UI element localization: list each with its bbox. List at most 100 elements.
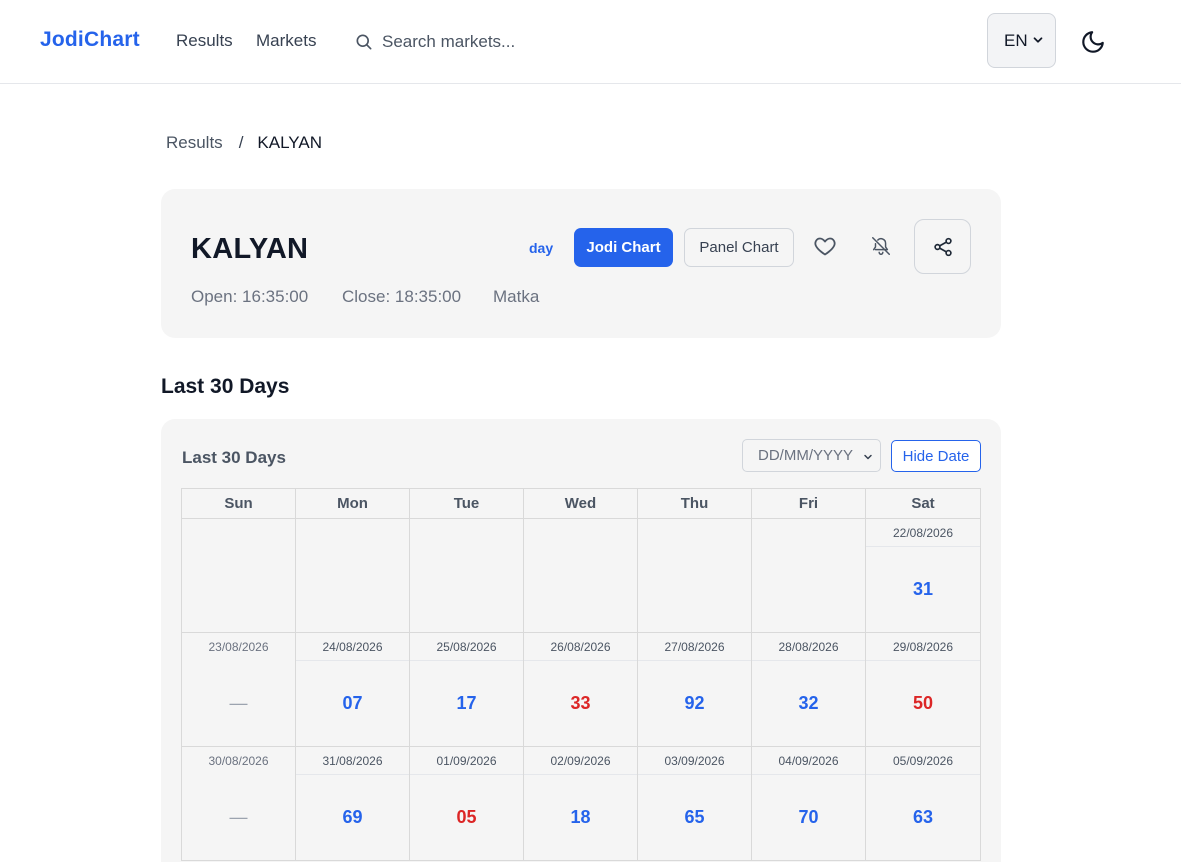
calendar-empty-cell xyxy=(410,519,524,632)
breadcrumb-current: KALYAN xyxy=(257,133,322,152)
day-result-value: 32 xyxy=(798,693,819,713)
chevron-down-icon xyxy=(1033,37,1043,43)
day-result-value: — xyxy=(229,807,248,827)
chevron-down-icon xyxy=(864,454,872,460)
calendar-day-cell[interactable]: 04/09/2026 70 xyxy=(752,747,866,860)
calendar-empty-cell xyxy=(296,519,410,632)
market-day-tag: day xyxy=(529,240,554,256)
calendar-day-cell[interactable]: 30/08/2026 — xyxy=(182,747,296,860)
calendar-day-cell[interactable]: 29/08/2026 50 xyxy=(866,633,980,746)
day-result-value: 70 xyxy=(798,807,819,827)
top-navbar: JodiChart Results Markets EN xyxy=(0,0,1181,84)
calendar-day-cell[interactable]: 26/08/2026 33 xyxy=(524,633,638,746)
day-date: 25/08/2026 xyxy=(410,633,523,661)
day-result-value: 07 xyxy=(342,693,363,713)
search-input[interactable] xyxy=(382,32,602,52)
calendar-day-cell[interactable]: 25/08/2026 17 xyxy=(410,633,524,746)
hide-date-button[interactable]: Hide Date xyxy=(891,440,981,472)
weekday-mon: Mon xyxy=(296,489,410,518)
language-select[interactable]: EN xyxy=(987,13,1056,68)
date-picker-placeholder: DD/MM/YYYY xyxy=(758,447,854,464)
calendar-empty-cell xyxy=(638,519,752,632)
bell-off-icon xyxy=(872,237,890,255)
weekday-fri: Fri xyxy=(752,489,866,518)
weekday-thu: Thu xyxy=(638,489,752,518)
share-button[interactable] xyxy=(914,219,971,274)
market-title: KALYAN xyxy=(191,233,309,265)
breadcrumb-results-link[interactable]: Results xyxy=(166,133,223,153)
calendar-title: Last 30 Days xyxy=(182,448,286,467)
share-icon xyxy=(933,237,952,256)
weekday-tue: Tue xyxy=(410,489,524,518)
calendar-day-cell[interactable]: 31/08/2026 69 xyxy=(296,747,410,860)
weekday-sat: Sat xyxy=(911,495,935,512)
day-result-value: 65 xyxy=(684,807,705,827)
search-box xyxy=(354,27,614,57)
language-value: EN xyxy=(1004,30,1028,50)
calendar-day-cell[interactable]: 28/08/2026 32 xyxy=(752,633,866,746)
open-time: Open: 16:35:00 xyxy=(191,287,309,306)
moon-icon[interactable] xyxy=(1080,29,1106,55)
jodi-chart-button[interactable]: Jodi Chart xyxy=(574,228,673,267)
nav-results-link[interactable]: Results xyxy=(176,31,233,51)
day-result-value: 18 xyxy=(570,807,591,827)
favorite-button[interactable] xyxy=(813,234,837,258)
day-date: 01/09/2026 xyxy=(410,747,523,775)
breadcrumb: Results / KALYAN xyxy=(166,133,322,153)
weekday-wed: Wed xyxy=(524,489,638,518)
calendar-day-cell[interactable]: 23/08/2026 — xyxy=(182,633,296,746)
day-date: 03/09/2026 xyxy=(638,747,751,775)
breadcrumb-separator: / xyxy=(238,133,244,152)
weekday-header: Sun Mon Tue Wed Thu Fri Sat xyxy=(181,488,981,519)
results-calendar-card: Last 30 Days DD/MM/YYYY Hide Date Sun Mo… xyxy=(161,419,1001,862)
day-result-value: 05 xyxy=(456,807,477,827)
calendar-week-row: 23/08/2026 — 24/08/2026 07 25/08/2026 17 26/08… xyxy=(181,633,981,747)
calendar-empty-cell xyxy=(182,519,296,632)
calendar-day-cell[interactable]: 02/09/2026 18 xyxy=(524,747,638,860)
day-result-value: 69 xyxy=(342,807,363,827)
day-result-value: 33 xyxy=(570,693,591,713)
brand-logo[interactable]: JodiChart xyxy=(40,28,140,52)
day-date: 28/08/2026 xyxy=(752,633,865,661)
day-date: 24/08/2026 xyxy=(296,633,409,661)
market-header-card: KALYAN day Jodi Chart Panel Chart Open: … xyxy=(161,189,1001,338)
calendar-day-cell[interactable]: 03/09/2026 65 xyxy=(638,747,752,860)
day-date: 27/08/2026 xyxy=(638,633,751,661)
notify-button[interactable] xyxy=(869,234,893,258)
calendar-day-cell[interactable]: 22/08/2026 31 xyxy=(866,519,980,632)
day-date: 29/08/2026 xyxy=(866,633,980,661)
day-result-value: 50 xyxy=(912,693,934,713)
day-result-value: 63 xyxy=(912,807,934,827)
calendar-empty-cell xyxy=(752,519,866,632)
date-picker-select[interactable]: DD/MM/YYYY xyxy=(742,439,881,472)
day-date: 26/08/2026 xyxy=(524,633,637,661)
calendar-weeks: 22/08/2026 31 23/08/2026 — 24/08/2026 07 25/08… xyxy=(181,519,981,861)
calendar-grid: Sun Mon Tue Wed Thu Fri Sat 22/08/2026 31… xyxy=(181,488,981,861)
weekday-sun: Sun xyxy=(182,489,296,518)
calendar-day-cell[interactable]: 05/09/2026 63 xyxy=(866,747,980,860)
calendar-day-cell[interactable]: 01/09/2026 05 xyxy=(410,747,524,860)
search-icon xyxy=(356,34,372,50)
calendar-day-cell[interactable]: 24/08/2026 07 xyxy=(296,633,410,746)
calendar-empty-cell xyxy=(524,519,638,632)
day-date: 31/08/2026 xyxy=(296,747,409,775)
heart-icon xyxy=(814,237,836,256)
day-result-value: — xyxy=(229,693,248,713)
day-date: 05/09/2026 xyxy=(866,747,980,775)
day-date: 04/09/2026 xyxy=(752,747,865,775)
panel-chart-button[interactable]: Panel Chart xyxy=(684,228,794,267)
day-result-value: 92 xyxy=(684,693,705,713)
day-date: 22/08/2026 xyxy=(866,519,980,547)
section-title: Last 30 Days xyxy=(161,375,290,398)
day-date: 02/09/2026 xyxy=(524,747,637,775)
market-type: Matka xyxy=(493,287,540,306)
close-time: Close: 18:35:00 xyxy=(342,287,462,306)
day-result-value: 31 xyxy=(912,579,934,599)
day-date: 23/08/2026 xyxy=(208,640,269,654)
calendar-week-row: 22/08/2026 31 xyxy=(181,519,981,633)
nav-markets-link[interactable]: Markets xyxy=(256,31,316,51)
day-result-value: 17 xyxy=(456,693,477,713)
calendar-day-cell[interactable]: 27/08/2026 92 xyxy=(638,633,752,746)
day-date: 30/08/2026 xyxy=(208,754,269,768)
calendar-week-row: 30/08/2026 — 31/08/2026 69 01/09/2026 05 02/09… xyxy=(181,747,981,861)
